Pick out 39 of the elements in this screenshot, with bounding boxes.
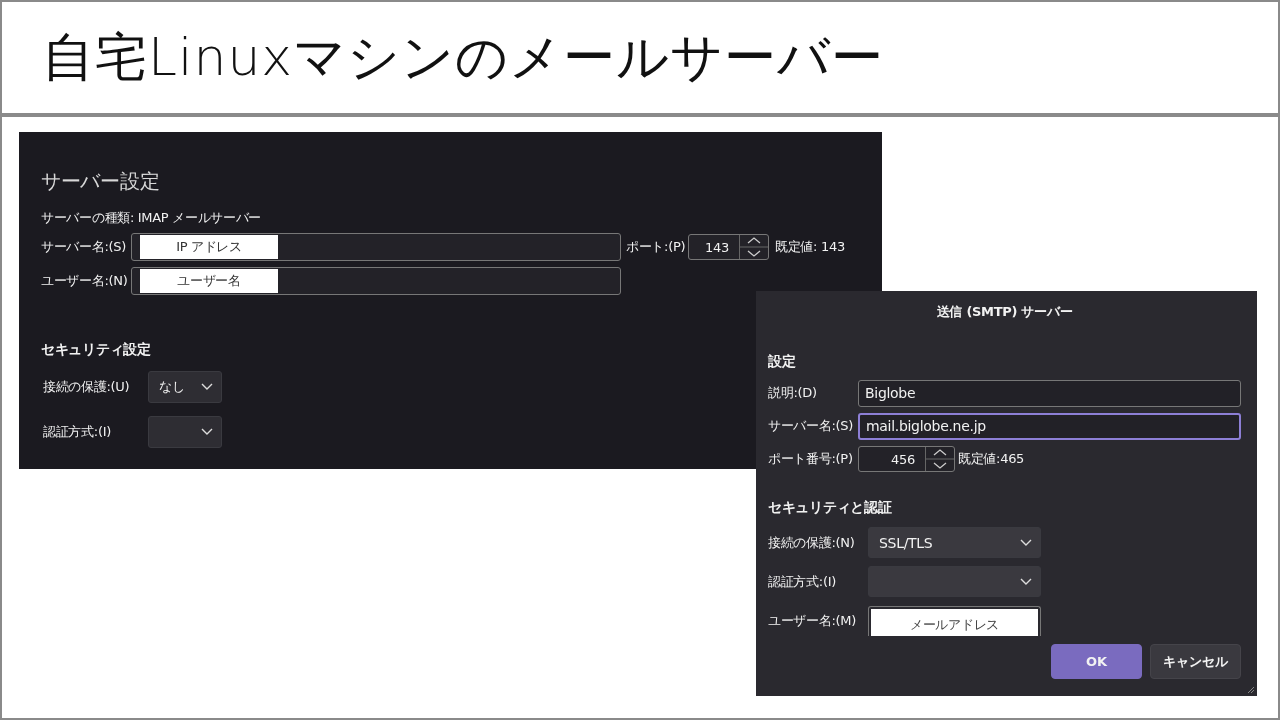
field-label: ユーザー名:(M): [768, 611, 858, 630]
field-label: ユーザー名:(N): [41, 272, 129, 290]
annotation-label: IP アドレス: [140, 235, 278, 259]
dropdown[interactable]: なし: [148, 371, 222, 403]
section-heading: セキュリティと認証: [768, 499, 893, 517]
server-type-text: サーバーの種類: IMAP メールサーバー: [41, 209, 263, 227]
annotation-label: ユーザー名: [140, 269, 278, 293]
text-field[interactable]: Biglobe: [858, 379, 1241, 407]
field-label: サーバー名:(S): [41, 238, 128, 256]
ok-button[interactable]: OK: [1051, 644, 1142, 679]
chevron-down-icon: [201, 383, 213, 391]
section-heading: 設定: [768, 353, 797, 371]
chevron-down-icon: [201, 428, 213, 436]
panel-heading: サーバー設定: [41, 168, 161, 195]
text-field[interactable]: mail.biglobe.ne.jp: [858, 412, 1241, 440]
chevron-down-icon: [1020, 538, 1032, 547]
port-spinbox[interactable]: 143: [688, 234, 769, 260]
field-label: 認証方式:(I): [42, 423, 112, 441]
text-field[interactable]: IP アドレス: [131, 233, 621, 261]
field-label: 接続の保護:(U): [42, 378, 131, 396]
field-label: 説明:(D): [768, 384, 818, 402]
resize-grip-icon[interactable]: [1247, 686, 1255, 694]
field-label: 認証方式:(I): [768, 572, 837, 591]
field-label: サーバー名:(S): [768, 417, 855, 435]
port-label: ポート番号:(P): [768, 450, 854, 468]
port-label: ポート:(P): [626, 238, 687, 256]
spin-arrows-icon[interactable]: [925, 447, 954, 471]
default-value-text: 既定値: 143: [775, 238, 845, 256]
dialog-title: 送信 (SMTP) サーバー: [935, 303, 1074, 321]
field-label: 接続の保護:(N): [768, 533, 856, 552]
default-value-text: 既定値:465: [958, 450, 1025, 468]
cancel-button[interactable]: キャンセル: [1150, 644, 1241, 679]
spin-arrows-icon[interactable]: [739, 235, 768, 259]
slide-title: 自宅Linuxマシンのメールサーバー: [42, 25, 885, 89]
text-field[interactable]: ユーザー名: [131, 267, 621, 295]
section-heading: セキュリティ設定: [41, 341, 152, 359]
port-spinbox[interactable]: 456: [858, 446, 955, 472]
chevron-down-icon: [1020, 577, 1032, 586]
dropdown[interactable]: SSL/TLS: [868, 527, 1041, 558]
